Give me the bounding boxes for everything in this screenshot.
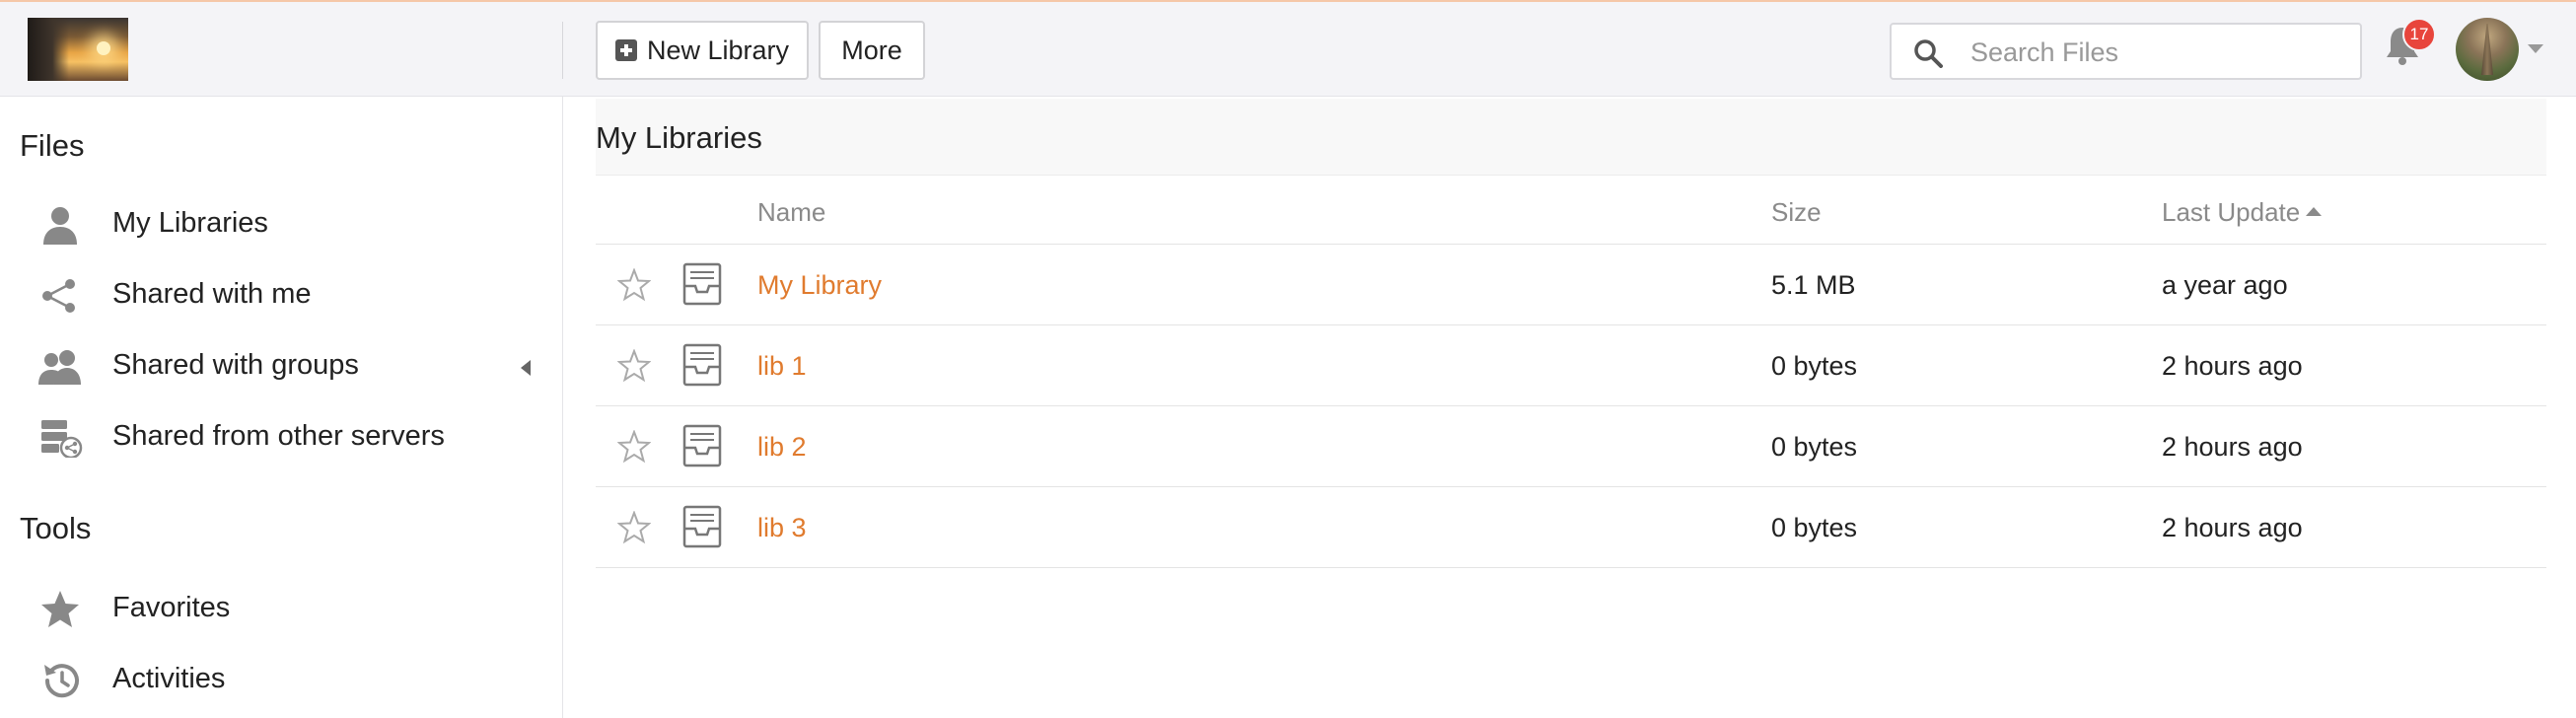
avatar-tower — [2481, 24, 2493, 75]
server-share-icon — [41, 420, 83, 458]
library-last-update: a year ago — [2162, 270, 2288, 300]
header-divider — [562, 22, 563, 79]
star-outline-icon[interactable] — [617, 430, 651, 464]
sidebar-item-shared-with-groups[interactable]: Shared with groups — [0, 333, 563, 396]
library-icon — [682, 424, 722, 467]
search-box[interactable] — [1890, 23, 2362, 80]
sidebar-item-label: Shared with groups — [112, 349, 359, 381]
files-section-title: Files — [20, 128, 85, 163]
star-icon — [41, 591, 79, 627]
library-size: 0 bytes — [1771, 432, 1858, 462]
site-logo[interactable] — [28, 18, 128, 81]
library-size: 5.1 MB — [1771, 270, 1856, 300]
table-row[interactable]: My Library 5.1 MB a year ago — [596, 245, 2546, 325]
more-button[interactable]: More — [819, 21, 925, 80]
library-icon — [682, 262, 722, 306]
avatar[interactable] — [2456, 18, 2519, 81]
logo-sun — [97, 41, 110, 55]
search-input[interactable] — [1970, 33, 2345, 72]
person-icon — [43, 207, 77, 245]
group-icon — [38, 350, 81, 385]
tools-section-title: Tools — [20, 511, 92, 545]
library-name-link[interactable]: lib 1 — [757, 351, 807, 382]
sidebar-item-activities[interactable]: Activities — [0, 647, 563, 710]
library-size: 0 bytes — [1771, 351, 1858, 381]
sidebar-item-label: Shared with me — [112, 278, 312, 310]
library-icon — [682, 505, 722, 548]
sidebar: Files My Libraries Shared with me Shared… — [0, 97, 563, 718]
search-icon — [1914, 39, 1943, 68]
sidebar-item-my-libraries[interactable]: My Libraries — [0, 191, 563, 254]
column-header-last-update[interactable]: Last Update — [2162, 197, 2323, 228]
sidebar-item-favorites[interactable]: Favorites — [0, 576, 563, 639]
share-icon — [42, 279, 75, 313]
library-last-update: 2 hours ago — [2162, 513, 2303, 542]
library-icon — [682, 343, 722, 387]
library-name-link[interactable]: lib 3 — [757, 513, 807, 543]
sidebar-item-label: My Libraries — [112, 207, 268, 239]
star-outline-icon[interactable] — [617, 268, 651, 302]
library-name-link[interactable]: My Library — [757, 270, 882, 301]
new-library-label: New Library — [646, 35, 790, 65]
page-title: My Libraries — [596, 120, 762, 155]
notification-badge: 17 — [2402, 18, 2436, 51]
sidebar-item-label: Activities — [112, 663, 226, 694]
sort-ascending-icon — [2306, 207, 2323, 216]
column-header-size[interactable]: Size — [1771, 197, 1822, 228]
more-label: More — [841, 35, 902, 65]
top-header: New Library More 17 — [0, 0, 2576, 97]
table-header-row: Name Size Last Update — [596, 176, 2546, 245]
table-row[interactable]: lib 1 0 bytes 2 hours ago — [596, 325, 2546, 406]
table-row[interactable]: lib 2 0 bytes 2 hours ago — [596, 406, 2546, 487]
plus-icon — [614, 39, 637, 61]
main-title-bar: My Libraries — [596, 99, 2546, 176]
library-size: 0 bytes — [1771, 513, 1858, 542]
sidebar-item-label: Shared from other servers — [112, 420, 445, 452]
chevron-down-icon[interactable] — [2527, 43, 2544, 55]
sidebar-item-shared-with-me[interactable]: Shared with me — [0, 262, 563, 325]
library-last-update: 2 hours ago — [2162, 351, 2303, 381]
star-outline-icon[interactable] — [617, 511, 651, 544]
column-header-last-update-label: Last Update — [2162, 197, 2301, 227]
logo-rock — [28, 18, 69, 81]
library-name-link[interactable]: lib 2 — [757, 432, 807, 463]
sidebar-item-shared-from-other-servers[interactable]: Shared from other servers — [0, 404, 563, 467]
sidebar-item-label: Favorites — [112, 592, 231, 623]
history-icon — [44, 664, 79, 698]
star-outline-icon[interactable] — [617, 349, 651, 383]
library-last-update: 2 hours ago — [2162, 432, 2303, 462]
table-row[interactable]: lib 3 0 bytes 2 hours ago — [596, 487, 2546, 568]
chevron-left-icon[interactable] — [519, 359, 533, 377]
new-library-button[interactable]: New Library — [596, 21, 809, 80]
column-header-name[interactable]: Name — [757, 197, 825, 228]
